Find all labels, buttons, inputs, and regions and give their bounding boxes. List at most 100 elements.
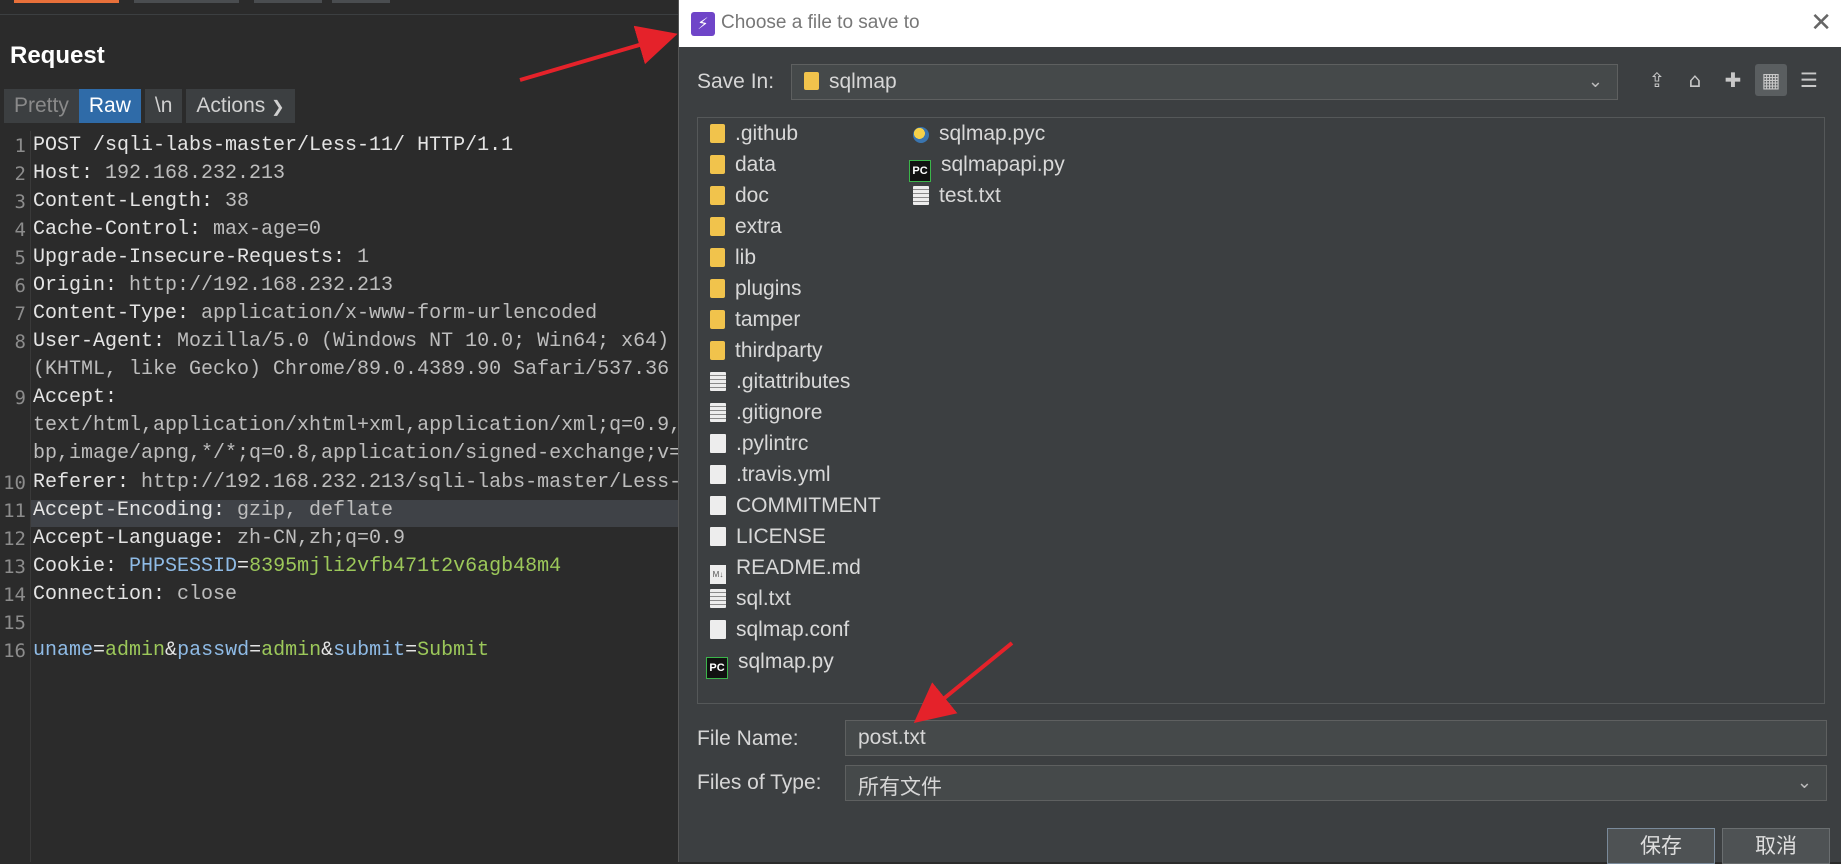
line-number: 6	[14, 275, 26, 297]
code-line: text/html,application/xhtml+xml,applicat…	[33, 414, 694, 437]
text-file-icon	[710, 403, 726, 422]
file-item[interactable]: M↓ README.md	[710, 556, 861, 584]
folder-icon	[710, 124, 725, 143]
code-line: Accept:	[33, 386, 118, 409]
file-item[interactable]: test.txt	[913, 184, 1001, 212]
file-item[interactable]: .travis.yml	[710, 463, 831, 491]
folder-icon	[710, 217, 725, 236]
actions-dropdown[interactable]: Actions ❯	[186, 89, 295, 123]
folder-icon	[710, 248, 725, 267]
save-in-value: sqlmap	[829, 70, 897, 93]
save-in-dropdown[interactable]: sqlmap ⌄	[791, 64, 1618, 100]
code-line: bp,image/apng,*/*;q=0.8,application/sign…	[33, 442, 694, 465]
files-of-type-dropdown[interactable]: 所有文件 ⌄	[845, 765, 1827, 801]
list-view-icon[interactable]: ▦	[1755, 64, 1787, 96]
dialog-titlebar[interactable]: ⚡ Choose a file to save to ✕	[679, 0, 1841, 47]
file-item[interactable]: COMMITMENT	[710, 494, 881, 522]
pycharm-file-icon: PC	[909, 160, 931, 182]
actions-label: Actions	[196, 94, 266, 117]
close-icon[interactable]: ✕	[1810, 8, 1832, 38]
file-item[interactable]: PC sqlmap.py	[706, 650, 834, 679]
file-item[interactable]: .gitattributes	[710, 370, 850, 398]
newline-toggle-button[interactable]: \n	[144, 89, 183, 123]
code-line: Host: 192.168.232.213	[33, 162, 286, 185]
file-item[interactable]: sqlmap.pyc	[913, 122, 1045, 150]
save-button[interactable]: 保存	[1607, 828, 1715, 864]
line-number: 7	[14, 303, 26, 325]
files-of-type-value: 所有文件	[858, 776, 942, 799]
code-line-cookie: Cookie: PHPSESSID=8395mjli2vfb471t2v6agb…	[33, 555, 562, 578]
file-item[interactable]: extra	[710, 215, 782, 243]
top-tab-active[interactable]	[14, 0, 119, 3]
file-item[interactable]: sql.txt	[710, 587, 791, 615]
file-item[interactable]: tamper	[710, 308, 800, 336]
line-number: 3	[14, 191, 26, 213]
code-line-body: uname=admin&passwd=admin&submit=Submit	[33, 639, 490, 662]
line-number: 9	[14, 387, 26, 409]
top-tab-strip	[0, 0, 678, 15]
file-item[interactable]: .github	[710, 122, 798, 150]
file-icon	[710, 620, 726, 639]
cancel-button[interactable]: 取消	[1722, 828, 1830, 864]
line-number: 14	[3, 584, 26, 606]
file-list-pane[interactable]: .github data doc extra lib plugins tampe…	[697, 117, 1825, 704]
top-tab[interactable]	[332, 0, 390, 3]
line-number: 13	[3, 556, 26, 578]
line-number: 5	[14, 247, 26, 269]
file-item[interactable]: .gitignore	[710, 401, 822, 429]
top-tab[interactable]	[134, 0, 239, 3]
python-file-icon	[913, 127, 929, 143]
line-number: 4	[14, 219, 26, 241]
line-number: 15	[3, 612, 26, 634]
code-line: Origin: http://192.168.232.213	[33, 274, 394, 297]
file-name-value: post.txt	[858, 726, 926, 749]
file-item[interactable]: doc	[710, 184, 769, 212]
chevron-down-icon: ❯	[271, 99, 285, 116]
request-title: Request	[10, 42, 105, 69]
code-line: User-Agent: Mozilla/5.0 (Windows NT 10.0…	[33, 330, 694, 353]
line-number: 12	[3, 528, 26, 550]
file-item[interactable]: sqlmap.conf	[710, 618, 849, 646]
top-tab[interactable]	[254, 0, 322, 3]
file-item[interactable]: lib	[710, 246, 756, 274]
file-name-input[interactable]: post.txt	[845, 720, 1827, 756]
file-icon	[710, 465, 726, 484]
details-view-icon[interactable]: ☰	[1793, 64, 1825, 96]
folder-icon	[710, 279, 725, 298]
code-line: (KHTML, like Gecko) Chrome/89.0.4389.90 …	[33, 358, 670, 381]
file-icon	[710, 434, 726, 453]
file-item[interactable]: plugins	[710, 277, 802, 305]
files-of-type-label: Files of Type:	[697, 771, 822, 794]
line-number: 2	[14, 163, 26, 185]
save-file-dialog: ⚡ Choose a file to save to ✕ Save In: sq…	[678, 0, 1841, 864]
save-in-label: Save In:	[697, 70, 775, 93]
code-line: Referer: http://192.168.232.213/sqli-lab…	[33, 471, 682, 494]
new-folder-icon[interactable]: ✚	[1717, 64, 1749, 96]
line-number: 1	[14, 135, 26, 157]
up-folder-icon[interactable]: ⇪	[1641, 64, 1673, 96]
folder-icon	[710, 186, 725, 205]
code-line: Cache-Control: max-age=0	[33, 218, 322, 241]
dialog-title: Choose a file to save to	[721, 12, 920, 33]
folder-icon	[804, 72, 819, 90]
file-item[interactable]: data	[710, 153, 776, 181]
request-editor[interactable]: 1 2 3 4 5 6 7 8 9 10 11 12 13 14 15 16 P…	[0, 131, 693, 862]
chevron-down-icon: ⌄	[1587, 71, 1603, 91]
folder-icon	[710, 310, 725, 329]
code-line: Accept-Encoding: gzip, deflate	[33, 499, 394, 522]
pycharm-file-icon: PC	[706, 657, 728, 679]
home-icon[interactable]: ⌂	[1679, 64, 1711, 96]
file-item[interactable]: PC sqlmapapi.py	[909, 153, 1065, 182]
text-file-icon	[710, 589, 726, 608]
line-number: 16	[3, 640, 26, 662]
file-item[interactable]: thirdparty	[710, 339, 823, 367]
file-item[interactable]: .pylintrc	[710, 432, 808, 460]
file-item[interactable]: LICENSE	[710, 525, 826, 553]
line-number: 10	[3, 472, 26, 494]
raw-button[interactable]: Raw	[78, 89, 141, 123]
code-line: Content-Length: 38	[33, 190, 250, 213]
file-name-label: File Name:	[697, 727, 799, 750]
chevron-down-icon: ⌄	[1796, 772, 1812, 792]
folder-icon	[710, 341, 725, 360]
pretty-button[interactable]: Pretty	[4, 89, 79, 123]
